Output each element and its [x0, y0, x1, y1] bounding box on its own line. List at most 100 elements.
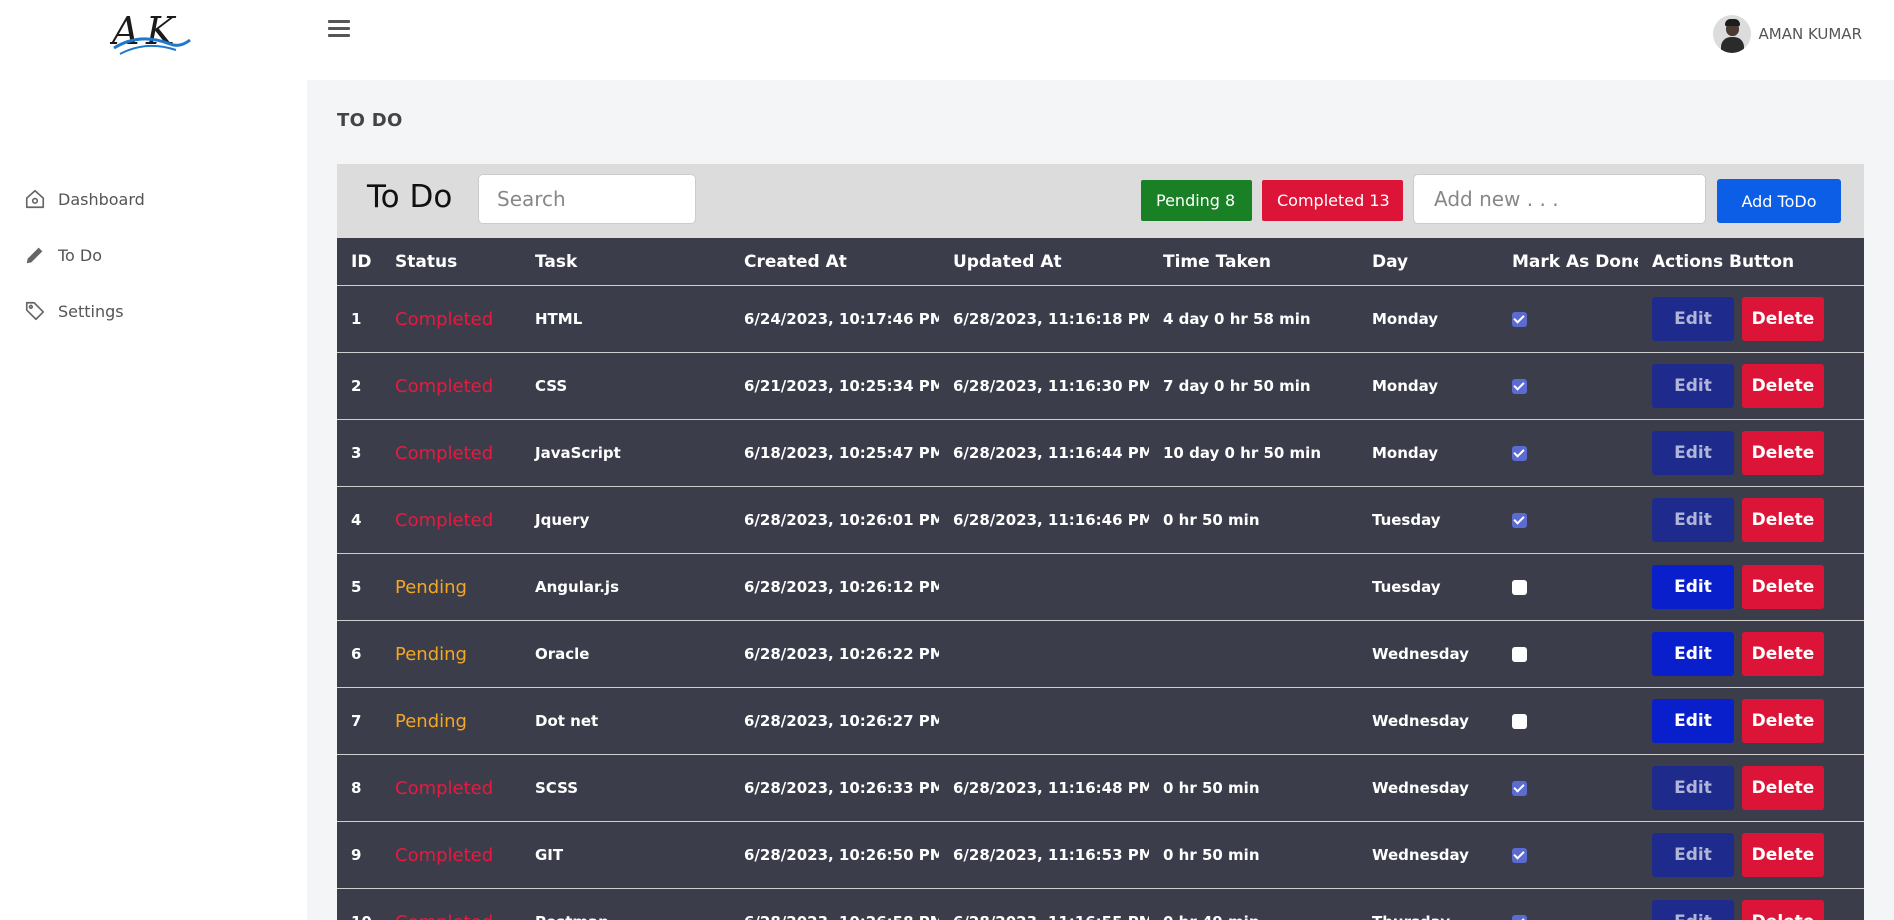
status-label: Completed — [381, 821, 521, 889]
page-title: TO DO — [337, 110, 403, 131]
status-label: Completed — [381, 352, 521, 420]
created-at: 6/24/2023, 10:17:46 PM — [730, 285, 939, 353]
logo[interactable]: A K — [110, 8, 192, 58]
status-label: Completed — [381, 419, 521, 487]
mark-as-done-cell — [1498, 620, 1638, 688]
updated-at: 6/28/2023, 11:16:44 PM — [939, 419, 1149, 487]
todo-id: 7 — [337, 687, 381, 755]
delete-button[interactable]: Delete — [1742, 498, 1824, 542]
created-at: 6/28/2023, 10:26:58 PM — [730, 888, 939, 920]
created-at: 6/28/2023, 10:26:22 PM — [730, 620, 939, 688]
actions-cell: EditDelete — [1638, 285, 1864, 353]
time-taken: 0 hr 50 min — [1149, 486, 1358, 554]
user-menu[interactable]: AMAN KUMAR — [1712, 14, 1862, 54]
mark-as-done-cell — [1498, 553, 1638, 621]
sidebar-item-dashboard[interactable]: Dashboard — [24, 184, 145, 214]
delete-button[interactable]: Delete — [1742, 699, 1824, 743]
time-taken: 10 day 0 hr 50 min — [1149, 419, 1358, 487]
edit-button[interactable]: Edit — [1652, 431, 1734, 475]
mark-as-done-checkbox[interactable] — [1512, 446, 1527, 461]
actions-cell: EditDelete — [1638, 486, 1864, 554]
edit-button[interactable]: Edit — [1652, 900, 1734, 920]
mark-as-done-checkbox[interactable] — [1512, 647, 1527, 662]
pending-count-badge[interactable]: Pending 8 — [1141, 180, 1252, 221]
table-row: 5 Pending Angular.js 6/28/2023, 10:26:12 PM… — [337, 553, 1864, 621]
edit-button[interactable]: Edit — [1652, 833, 1734, 877]
menu-toggle-icon[interactable] — [328, 20, 350, 40]
edit-button[interactable]: Edit — [1652, 498, 1734, 542]
todo-id: 9 — [337, 821, 381, 889]
edit-button[interactable]: Edit — [1652, 565, 1734, 609]
edit-button[interactable]: Edit — [1652, 364, 1734, 408]
time-taken: 7 day 0 hr 50 min — [1149, 352, 1358, 420]
mark-as-done-checkbox[interactable] — [1512, 915, 1527, 920]
day: Monday — [1358, 352, 1498, 420]
task-name: HTML — [521, 285, 730, 353]
mark-as-done-cell — [1498, 888, 1638, 920]
mark-as-done-checkbox[interactable] — [1512, 580, 1527, 595]
tag-icon — [25, 301, 45, 321]
mark-as-done-checkbox[interactable] — [1512, 379, 1527, 394]
edit-button[interactable]: Edit — [1652, 699, 1734, 743]
updated-at — [939, 687, 1149, 755]
mark-as-done-checkbox[interactable] — [1512, 714, 1527, 729]
actions-cell: Edit Delete — [1638, 888, 1864, 920]
column-header: ID — [337, 238, 381, 286]
sidebar-item-settings[interactable]: Settings — [24, 296, 124, 326]
updated-at: 6/28/2023, 11:16:48 PM — [939, 754, 1149, 822]
day: Wednesday — [1358, 821, 1498, 889]
edit-button[interactable]: Edit — [1652, 632, 1734, 676]
mark-as-done-checkbox[interactable] — [1512, 513, 1527, 528]
time-taken — [1149, 687, 1358, 755]
table-row: 8 Completed SCSS 6/28/2023, 10:26:33 PM 6/28… — [337, 754, 1864, 822]
sidebar-item-label: Dashboard — [58, 189, 145, 209]
day: Monday — [1358, 419, 1498, 487]
task-name: JavaScript — [521, 419, 730, 487]
created-at: 6/28/2023, 10:26:50 PM — [730, 821, 939, 889]
column-header: Day — [1358, 238, 1498, 286]
time-taken: 0 hr 50 min — [1149, 821, 1358, 889]
add-todo-input[interactable] — [1413, 174, 1706, 224]
todo-id: 1 — [337, 285, 381, 353]
completed-count-badge[interactable]: Completed 13 — [1262, 180, 1403, 221]
updated-at: 6/28/2023, 11:16:30 PM — [939, 352, 1149, 420]
search-input[interactable] — [478, 174, 696, 224]
actions-cell: EditDelete — [1638, 620, 1864, 688]
sidebar: Dashboard To Do Settings — [0, 80, 307, 920]
edit-button[interactable]: Edit — [1652, 297, 1734, 341]
table-row: 3 Completed JavaScript 6/18/2023, 10:25:47 … — [337, 419, 1864, 487]
avatar — [1712, 15, 1751, 53]
sidebar-item-todo[interactable]: To Do — [24, 240, 102, 270]
delete-button[interactable]: Delete — [1742, 297, 1824, 341]
mark-as-done-cell — [1498, 486, 1638, 554]
task-name: CSS — [521, 352, 730, 420]
created-at: 6/28/2023, 10:26:27 PM — [730, 687, 939, 755]
created-at: 6/28/2023, 10:26:12 PM — [730, 553, 939, 621]
delete-button[interactable]: Delete — [1742, 565, 1824, 609]
status-label: Pending — [381, 687, 521, 755]
status-label: Completed — [381, 486, 521, 554]
task-name: SCSS — [521, 754, 730, 822]
task-name: Angular.js — [521, 553, 730, 621]
mark-as-done-checkbox[interactable] — [1512, 848, 1527, 863]
todo-id: 6 — [337, 620, 381, 688]
column-header: Actions Button — [1638, 238, 1864, 286]
home-icon — [25, 189, 45, 209]
delete-button[interactable]: Delete — [1742, 766, 1824, 810]
created-at: 6/28/2023, 10:26:33 PM — [730, 754, 939, 822]
column-header: Created At — [730, 238, 939, 286]
delete-button[interactable]: Delete — [1742, 632, 1824, 676]
mark-as-done-checkbox[interactable] — [1512, 312, 1527, 327]
actions-cell: EditDelete — [1638, 352, 1864, 420]
column-header: Task — [521, 238, 730, 286]
edit-button[interactable]: Edit — [1652, 766, 1734, 810]
delete-button[interactable]: Delete — [1742, 431, 1824, 475]
delete-button[interactable]: Delete — [1742, 900, 1824, 920]
status-label: Completed — [381, 754, 521, 822]
mark-as-done-checkbox[interactable] — [1512, 781, 1527, 796]
add-todo-button[interactable]: Add ToDo — [1717, 179, 1841, 223]
delete-button[interactable]: Delete — [1742, 833, 1824, 877]
delete-button[interactable]: Delete — [1742, 364, 1824, 408]
table-row: 1 Completed HTML 6/24/2023, 10:17:46 PM 6/28… — [337, 285, 1864, 353]
task-name: Jquery — [521, 486, 730, 554]
